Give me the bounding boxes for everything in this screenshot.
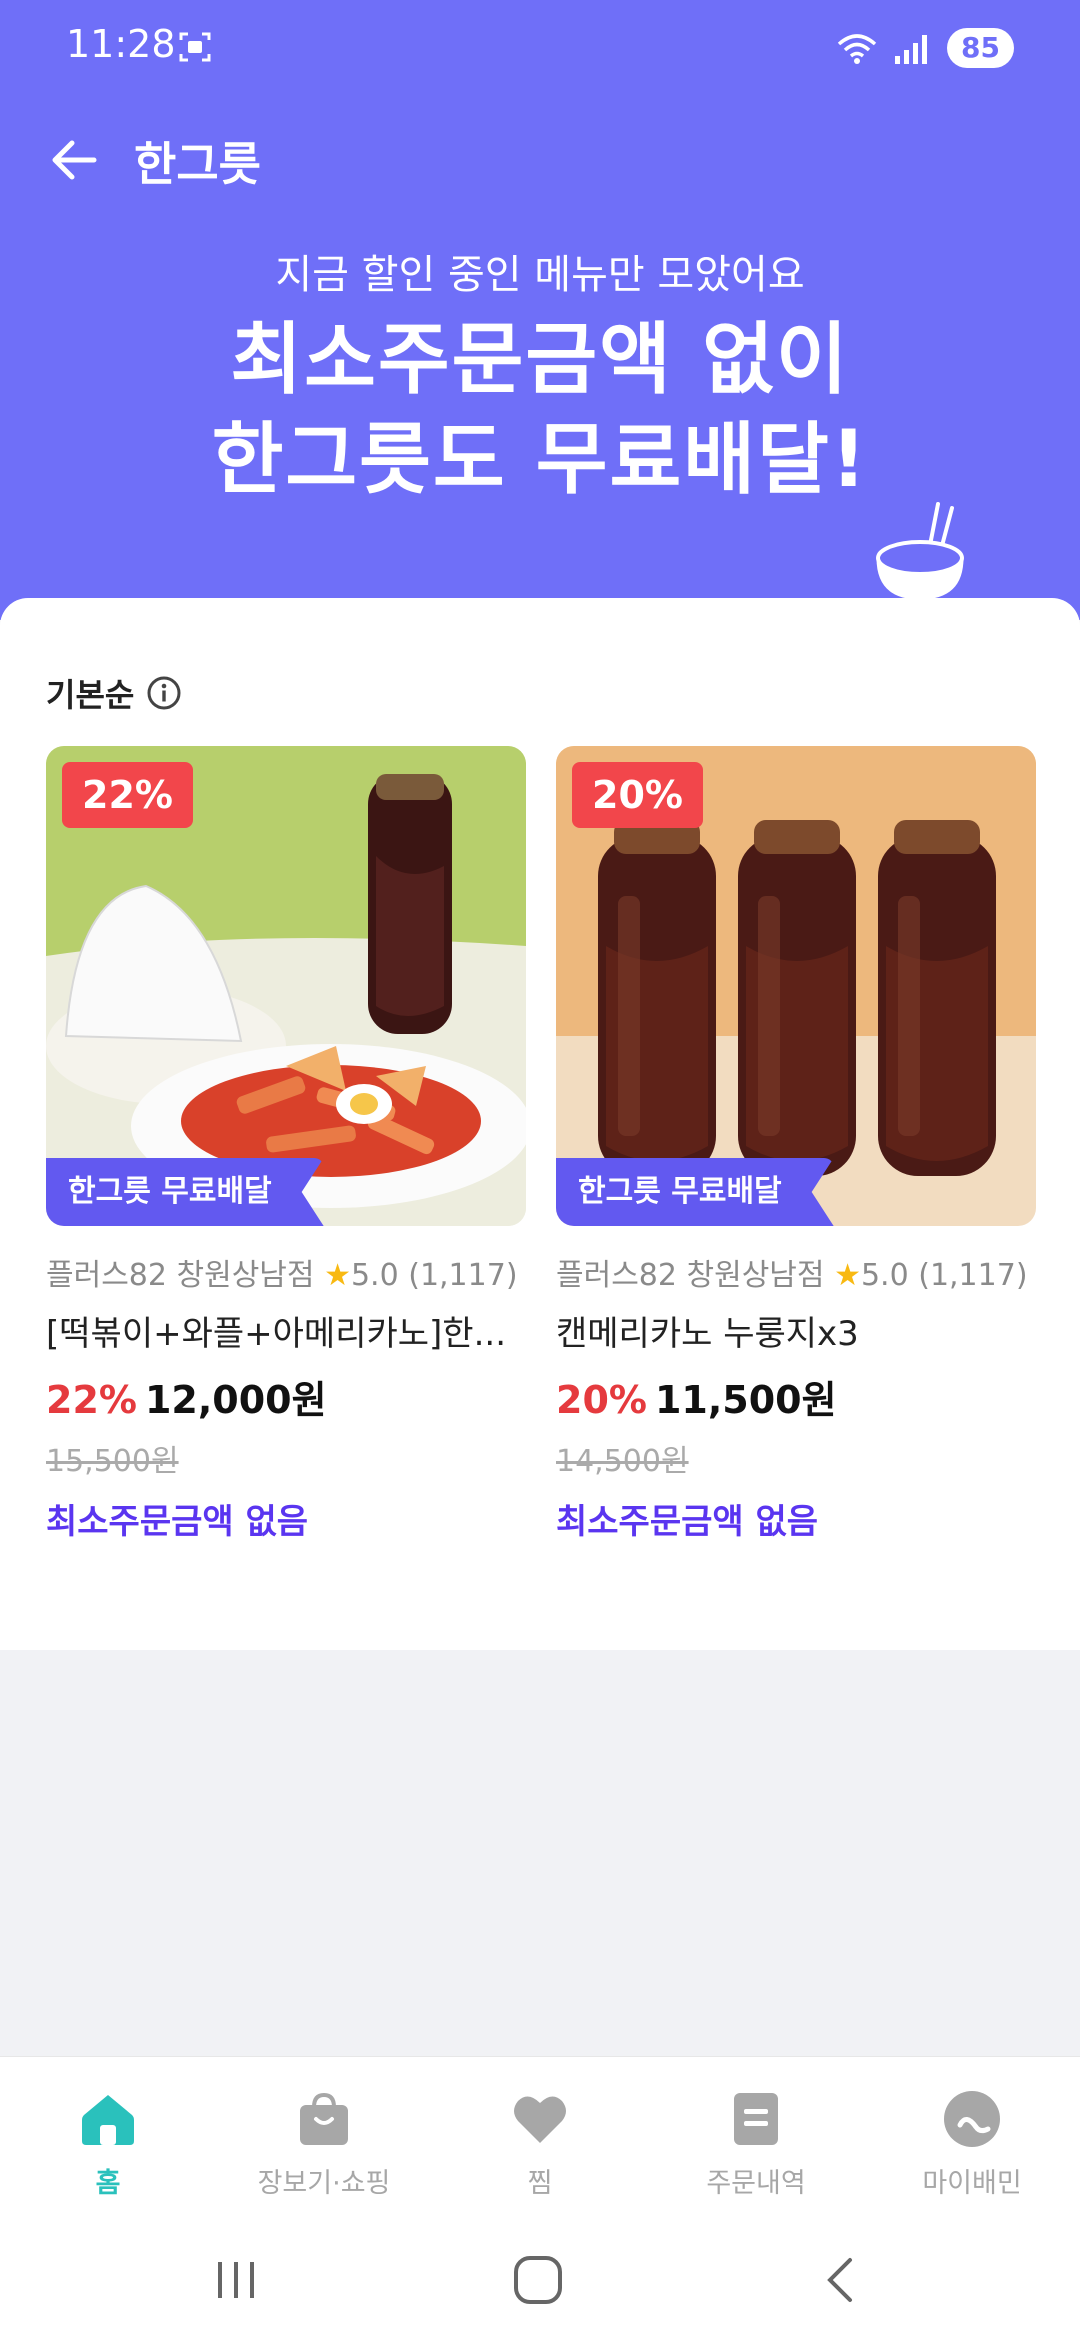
bottom-tab-bar: 홈 장보기·쇼핑 찜 주문내역 마이배민: [0, 2056, 1080, 2216]
store-name: 플러스82 창원상남점: [46, 1258, 315, 1293]
store-info: 플러스82 창원상남점 ★5.0 (1,117): [46, 1250, 526, 1294]
star-icon: ★: [834, 1258, 861, 1293]
review-count: (1,117): [918, 1258, 1028, 1293]
tab-label: 찜: [527, 2168, 553, 2199]
hero-title-line2: 한그릇도 무료배달!: [211, 415, 869, 505]
back-button-icon[interactable]: [812, 2250, 872, 2310]
min-order-label: 최소주문금액 없음: [556, 1502, 819, 1542]
product-image: 20% 한그릇 무료배달: [556, 746, 1036, 1226]
discount-rate: 22%: [46, 1378, 137, 1422]
page-title: 한그릇: [134, 137, 261, 191]
price-row: 20% 11,500원: [556, 1369, 1036, 1424]
tab-label: 홈: [95, 2168, 121, 2199]
rating: 5.0: [860, 1258, 909, 1293]
discount-badge: 20%: [572, 762, 703, 828]
content-sheet: 기본순 22% 한그릇 무료배달 플러스82 창원상남점 ★5.0 (1,117…: [0, 598, 1080, 1650]
free-delivery-tag: 한그릇 무료배달: [46, 1158, 324, 1226]
price-row: 22% 12,000원: [46, 1369, 526, 1424]
store-name: 플러스82 창원상남점: [556, 1258, 825, 1293]
original-price: 14,500원: [556, 1444, 689, 1479]
status-time: 11:28: [66, 22, 176, 66]
status-bar: 11:28 85: [0, 0, 1080, 100]
shopping-bag-icon: [300, 2092, 348, 2145]
tab-favorites[interactable]: 찜: [432, 2057, 648, 2216]
store-info: 플러스82 창원상남점 ★5.0 (1,117): [556, 1250, 1036, 1294]
min-order-label: 최소주문금액 없음: [46, 1502, 309, 1542]
hero-title-line1: 최소주문금액 없이: [230, 315, 850, 405]
sale-price: 12,000원: [144, 1378, 327, 1422]
hero-subtitle: 지금 할인 중인 메뉴만 모았어요: [275, 252, 805, 298]
rating: 5.0: [350, 1258, 399, 1293]
signal-icon: [895, 35, 928, 64]
tab-label: 주문내역: [706, 2168, 806, 2199]
home-icon: [82, 2095, 134, 2145]
review-count: (1,117): [408, 1258, 518, 1293]
product-name: 캔메리카노 누룽지x3: [556, 1314, 859, 1354]
free-delivery-tag: 한그릇 무료배달: [556, 1158, 834, 1226]
discount-badge: 22%: [62, 762, 193, 828]
back-arrow-icon[interactable]: [40, 125, 110, 195]
screenshot-icon: [179, 32, 211, 62]
tab-label: 마이배민: [922, 2168, 1022, 2199]
wifi-icon: [837, 34, 877, 64]
sort-selector[interactable]: 기본순: [46, 670, 182, 716]
tab-label: 장보기·쇼핑: [257, 2168, 391, 2199]
hero-title: 최소주문금액 없이 한그릇도 무료배달!: [0, 310, 1080, 510]
info-icon[interactable]: [146, 675, 182, 711]
tab-home[interactable]: 홈: [0, 2057, 216, 2216]
discount-rate: 20%: [556, 1378, 647, 1422]
tab-orders[interactable]: 주문내역: [648, 2057, 864, 2216]
product-image: 22% 한그릇 무료배달: [46, 746, 526, 1226]
star-icon: ★: [324, 1258, 351, 1293]
hero-banner: 11:28 85 한그릇 지금 할인 중인 메뉴만 모았어요 최소주문금액 없이…: [0, 0, 1080, 620]
sale-price: 11,500원: [654, 1378, 837, 1422]
product-card[interactable]: 20% 한그릇 무료배달 플러스82 창원상남점 ★5.0 (1,117) 캔메…: [556, 746, 1036, 1543]
product-card[interactable]: 22% 한그릇 무료배달 플러스82 창원상남점 ★5.0 (1,117) [떡…: [46, 746, 526, 1543]
bowl-chopsticks-icon: [876, 502, 964, 600]
heart-icon: [514, 2096, 566, 2143]
system-nav-bar: [0, 2216, 1080, 2340]
tab-my-baemin[interactable]: 마이배민: [864, 2057, 1080, 2216]
top-nav: 한그릇: [0, 110, 1080, 210]
receipt-icon: [734, 2093, 778, 2145]
sort-label: 기본순: [46, 676, 135, 714]
profile-icon: [944, 2091, 1000, 2147]
home-button-icon[interactable]: [508, 2250, 568, 2310]
product-name: [떡볶이+와플+아메리카노]한...: [46, 1314, 507, 1354]
recent-apps-icon[interactable]: [206, 2250, 266, 2310]
tab-shopping[interactable]: 장보기·쇼핑: [216, 2057, 432, 2216]
original-price: 15,500원: [46, 1444, 179, 1479]
battery-indicator: 85: [947, 28, 1014, 68]
